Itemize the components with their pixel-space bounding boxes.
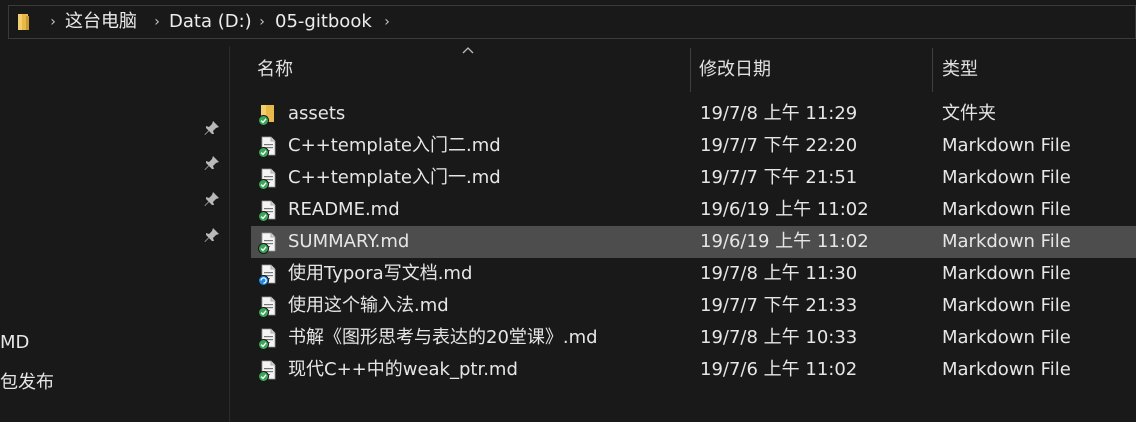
- file-row[interactable]: 现代C++中的weak_ptr.md 19/7/6 上午 11:02 Markdow…: [251, 354, 1136, 386]
- file-row[interactable]: 使用这个输入法.md 19/7/7 下午 21:33 Markdown File: [251, 290, 1136, 322]
- folder-icon: [258, 105, 274, 126]
- file-date: 19/7/6 上午 11:02: [700, 359, 858, 380]
- file-row[interactable]: SUMMARY.md 19/6/19 上午 11:02 Markdown File: [251, 226, 1136, 258]
- markdown-file-icon: [258, 200, 276, 222]
- column-header-type[interactable]: 类型: [942, 48, 978, 92]
- file-name[interactable]: C++template入门二.md: [288, 130, 501, 162]
- folder-icon: [18, 14, 29, 30]
- file-date: 19/7/8 上午 10:33: [700, 327, 858, 348]
- navigation-pane: MD 包发布: [0, 46, 229, 422]
- pin-icon[interactable]: [204, 227, 220, 243]
- file-row[interactable]: 使用Typora写文档.md 19/7/8 上午 11:30 Markdown Fi…: [251, 258, 1136, 290]
- markdown-file-icon: [258, 232, 276, 254]
- file-row[interactable]: C++template入门二.md 19/7/7 下午 22:20 Markdown…: [251, 130, 1136, 162]
- file-name[interactable]: C++template入门一.md: [288, 162, 501, 194]
- file-date: 19/6/19 上午 11:02: [700, 231, 869, 252]
- file-type: Markdown File: [942, 327, 1071, 348]
- file-type: Markdown File: [942, 231, 1071, 252]
- pin-icon[interactable]: [204, 191, 220, 207]
- file-type: Markdown File: [942, 199, 1071, 220]
- nav-item-package-release[interactable]: 包发布: [0, 368, 54, 394]
- markdown-file-icon: [258, 296, 276, 318]
- file-row[interactable]: C++template入门一.md 19/7/7 下午 21:51 Markdown…: [251, 162, 1136, 194]
- file-row[interactable]: README.md 19/6/19 上午 11:02 Markdown File: [251, 194, 1136, 226]
- address-bar[interactable]: › 这台电脑 › Data (D:) › 05-gitbook ›: [8, 5, 1136, 39]
- file-row[interactable]: assets 19/7/8 上午 11:29 文件夹: [251, 98, 1136, 130]
- breadcrumb-this-pc[interactable]: 这台电脑: [65, 6, 137, 38]
- markdown-file-icon: [258, 136, 276, 158]
- file-type: Markdown File: [942, 263, 1071, 284]
- sort-ascending-icon: [462, 47, 474, 54]
- column-header-name[interactable]: 名称: [257, 48, 293, 92]
- file-date: 19/7/7 下午 21:51: [700, 167, 858, 188]
- breadcrumb-drive[interactable]: Data (D:): [169, 6, 252, 38]
- file-type: Markdown File: [942, 135, 1071, 156]
- nav-item-md[interactable]: MD: [0, 332, 29, 353]
- file-name[interactable]: SUMMARY.md: [288, 226, 409, 258]
- file-name[interactable]: 使用这个输入法.md: [288, 290, 449, 322]
- column-separator[interactable]: [932, 48, 933, 92]
- file-row[interactable]: 书解《图形思考与表达的20堂课》.md 19/7/8 上午 10:33 Markdo…: [251, 322, 1136, 354]
- markdown-file-icon: [258, 168, 276, 190]
- file-type: Markdown File: [942, 295, 1071, 316]
- chevron-right-icon[interactable]: ›: [147, 6, 167, 38]
- markdown-file-icon: [258, 328, 276, 350]
- file-name[interactable]: 书解《图形思考与表达的20堂课》.md: [288, 322, 598, 354]
- pin-icon[interactable]: [204, 155, 220, 171]
- file-type: 文件夹: [942, 103, 996, 124]
- file-name[interactable]: 现代C++中的weak_ptr.md: [288, 354, 518, 386]
- markdown-file-icon: [258, 360, 276, 382]
- chevron-right-icon[interactable]: ›: [377, 6, 397, 38]
- chevron-right-icon[interactable]: ›: [252, 6, 272, 38]
- file-date: 19/7/7 下午 21:33: [700, 295, 858, 316]
- chevron-right-icon[interactable]: ›: [43, 6, 63, 38]
- file-name[interactable]: assets: [288, 98, 345, 130]
- file-date: 19/6/19 上午 11:02: [700, 199, 869, 220]
- pin-icon[interactable]: [204, 120, 220, 136]
- column-separator[interactable]: [690, 48, 691, 92]
- file-date: 19/7/7 下午 22:20: [700, 135, 858, 156]
- file-date: 19/7/8 上午 11:29: [700, 103, 858, 124]
- file-type: Markdown File: [942, 167, 1071, 188]
- file-date: 19/7/8 上午 11:30: [700, 263, 858, 284]
- file-explorer-window: › 这台电脑 › Data (D:) › 05-gitbook › MD 包发布…: [0, 0, 1136, 422]
- file-name[interactable]: README.md: [288, 194, 400, 226]
- breadcrumb-folder[interactable]: 05-gitbook: [275, 6, 372, 38]
- markdown-file-icon: [258, 264, 276, 286]
- file-list: 名称 修改日期 类型 assets 19/7/8 上午 11:29 文件夹 C++te…: [230, 46, 1136, 422]
- file-name[interactable]: 使用Typora写文档.md: [288, 258, 472, 290]
- column-header-date[interactable]: 修改日期: [699, 48, 771, 92]
- file-type: Markdown File: [942, 359, 1071, 380]
